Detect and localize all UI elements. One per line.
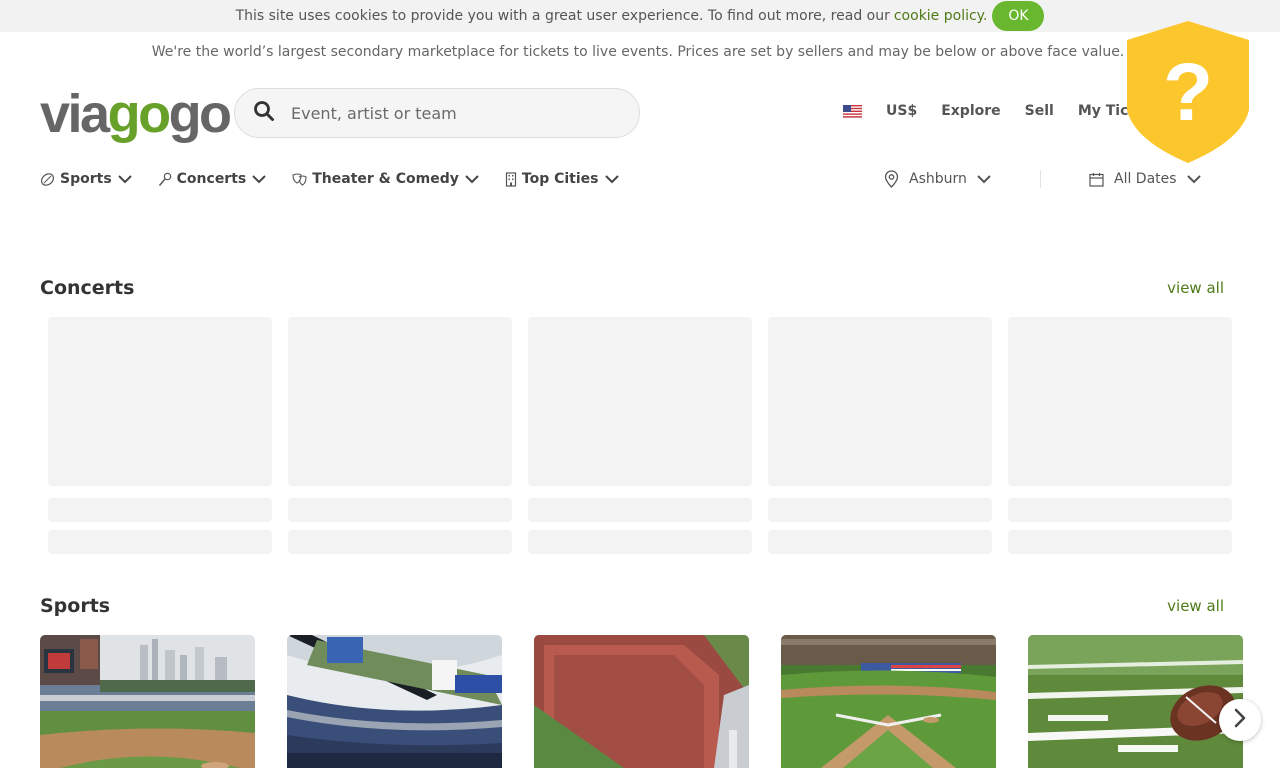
concert-card-placeholder [48,317,272,486]
concert-text-placeholder [1008,498,1232,522]
chevron-down-icon [1186,174,1201,184]
category-theater-comedy[interactable]: Theater & Comedy [292,168,479,190]
chevron-down-icon [252,174,266,184]
concert-card-placeholder [768,317,992,486]
category-sports[interactable]: Sports [40,168,132,190]
concert-card-placeholder [1008,317,1232,486]
location-pin-icon [884,170,899,188]
category-label: Theater & Comedy [312,171,459,187]
currency-selector[interactable]: US$ [886,103,917,119]
chevron-right-icon [1233,708,1247,732]
filter-divider [1040,170,1041,188]
viagogo-logo[interactable]: viagogo [40,84,232,144]
search-input[interactable] [291,103,611,123]
search-icon[interactable] [253,100,275,126]
chevron-down-icon [117,174,132,184]
us-flag-icon[interactable] [842,104,863,118]
sports-event-image[interactable] [1028,635,1243,768]
concert-card-placeholder [288,317,512,486]
svg-text:?: ? [1163,47,1213,138]
chevron-down-icon [977,174,991,184]
ball-icon [40,172,55,187]
concert-text-placeholder [768,498,992,522]
sports-event-image[interactable] [534,635,749,768]
concert-text-placeholder [288,530,512,554]
marketplace-disclaimer: We're the world’s largest secondary mark… [151,44,1125,60]
concert-text-placeholder [528,530,752,554]
cookie-banner: This site uses cookies to provide you wi… [0,0,1280,32]
cookie-policy-link[interactable]: cookie policy. [894,8,988,24]
concert-text-placeholder [768,530,992,554]
masks-icon [292,172,307,186]
search-box[interactable] [234,88,640,138]
concert-text-placeholder [1008,530,1232,554]
sports-event-image[interactable] [40,635,255,768]
chevron-down-icon [604,174,619,184]
concerts-section-title: Concerts [40,277,135,299]
category-label: Top Cities [521,171,599,187]
cookie-ok-button[interactable]: OK [992,1,1045,31]
concert-text-placeholder [48,498,272,522]
sports-event-image[interactable] [287,635,502,768]
sports-event-image[interactable] [781,635,996,768]
calendar-icon [1089,172,1104,187]
concert-text-placeholder [48,530,272,554]
help-shield-icon[interactable]: ? [1124,18,1252,166]
building-icon [505,171,517,187]
carousel-next-button[interactable] [1219,699,1261,741]
category-top-cities[interactable]: Top Cities [505,168,619,190]
category-nav: Sports Concerts Theater & Comedy Top Cit… [40,168,645,190]
category-label: Sports [60,171,112,187]
sell-link[interactable]: Sell [1025,103,1054,119]
date-filter[interactable]: All Dates [1089,168,1201,190]
microphone-icon [158,172,172,187]
location-filter[interactable]: Ashburn [884,168,991,190]
concert-text-placeholder [288,498,512,522]
date-label: All Dates [1114,171,1177,187]
concert-card-placeholder [528,317,752,486]
chevron-down-icon [465,174,479,184]
category-concerts[interactable]: Concerts [158,168,267,190]
sports-section-title: Sports [40,595,111,617]
cookie-message: This site uses cookies to provide you wi… [235,8,890,24]
concert-text-placeholder [528,498,752,522]
location-label: Ashburn [909,171,967,187]
concerts-view-all-link[interactable]: view all [1167,279,1224,297]
category-label: Concerts [176,171,247,187]
explore-link[interactable]: Explore [941,103,1000,119]
sports-view-all-link[interactable]: view all [1167,597,1224,615]
